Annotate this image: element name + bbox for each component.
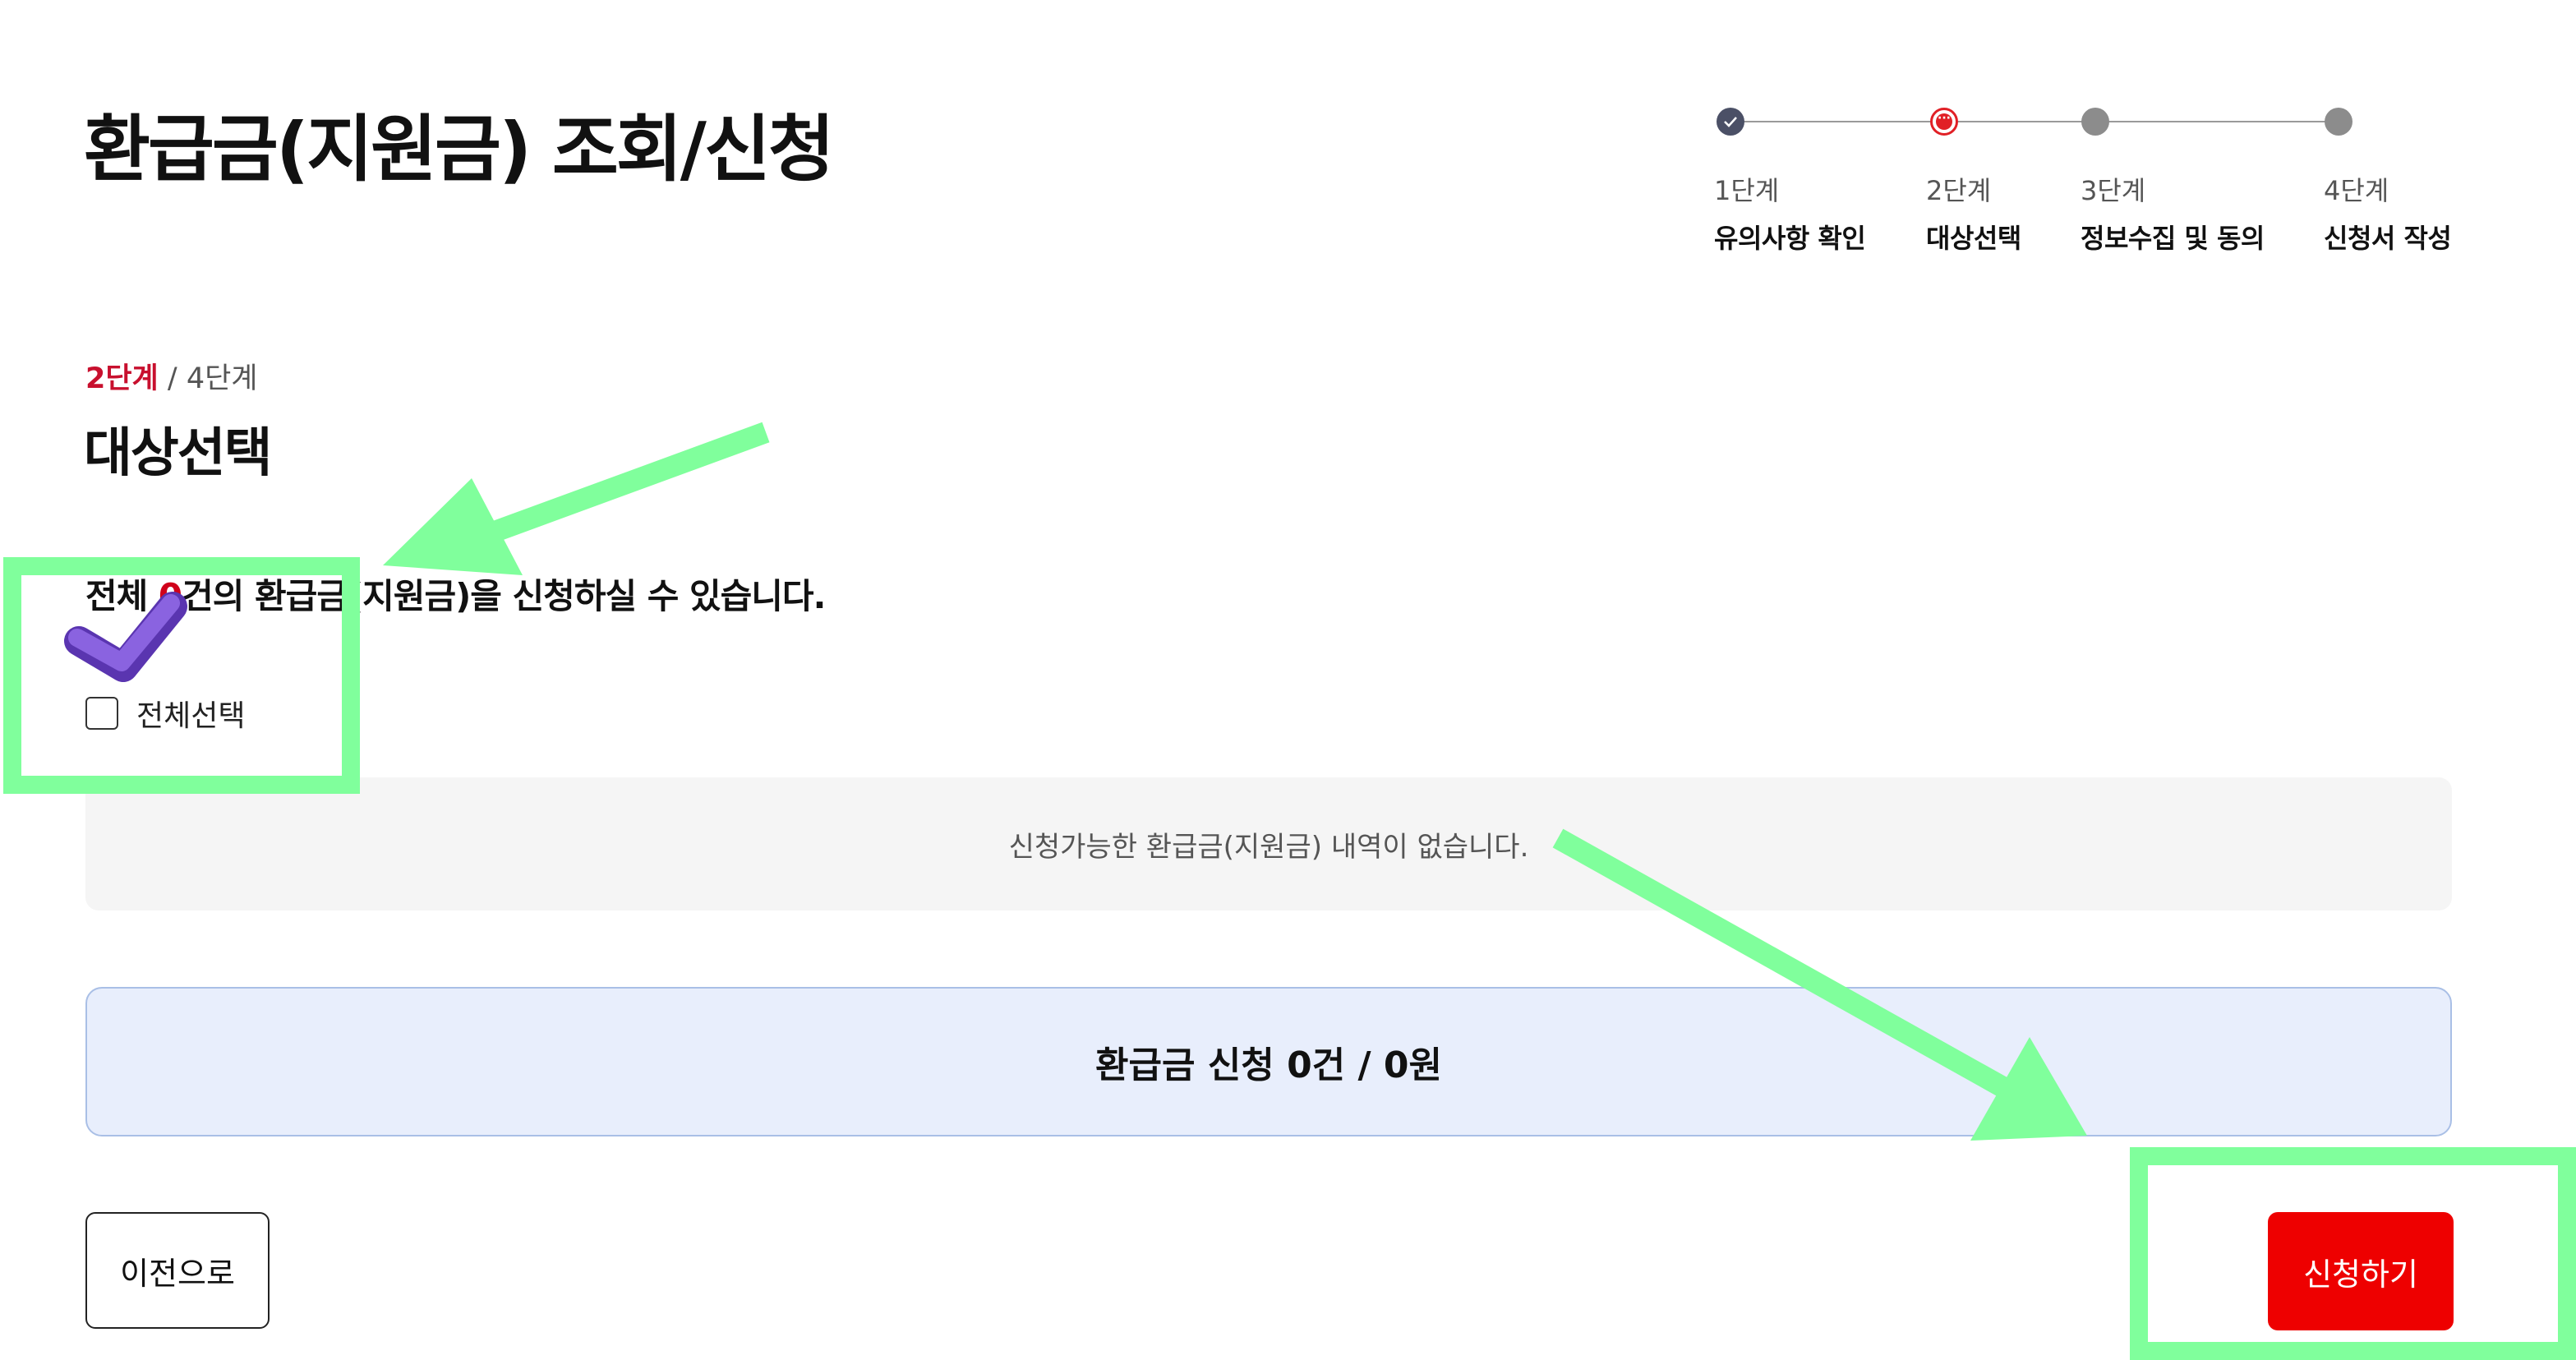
highlight-box-apply [2130, 1147, 2576, 1360]
total-summary-text: 환급금 신청 0건 / 0원 [1095, 1044, 1442, 1086]
step-3-pending-icon [2081, 108, 2109, 136]
step-1-number: 1단계 [1714, 175, 1780, 206]
section-step-indicator: 2단계 / 4단계 [85, 355, 258, 397]
stepper-line [1944, 121, 2095, 122]
step-4-number: 4단계 [2324, 175, 2389, 206]
section-total-steps: / 4단계 [167, 362, 258, 395]
stepper-line [2095, 121, 2339, 122]
step-1-name: 유의사항 확인 [1714, 223, 1866, 254]
empty-list-message: 신청가능한 환급금(지원금) 내역이 없습니다. [1008, 830, 1529, 864]
green-arrow-icon [383, 422, 770, 575]
section-current-step: 2단계 [85, 362, 159, 395]
previous-button[interactable]: 이전으로 [85, 1212, 270, 1329]
step-4-pending-icon [2325, 108, 2353, 136]
step-3-number: 3단계 [2081, 175, 2146, 206]
step-2-number: 2단계 [1926, 175, 1992, 206]
highlight-box-select-all [3, 557, 360, 794]
step-1-done-icon [1717, 108, 1744, 136]
step-2-name: 대상선택 [1926, 223, 2021, 254]
stepper-line [1730, 121, 1944, 122]
total-summary-panel: 환급금 신청 0건 / 0원 [85, 987, 2452, 1136]
step-3-name: 정보수집 및 동의 [2081, 223, 2265, 254]
empty-list-panel: 신청가능한 환급금(지원금) 내역이 없습니다. [85, 777, 2452, 911]
page-title: 환급금(지원금) 조회/신청 [84, 107, 835, 191]
step-4-name: 신청서 작성 [2324, 223, 2452, 254]
section-title: 대상선택 [84, 423, 273, 484]
step-2-current-icon: ··· [1930, 108, 1958, 136]
